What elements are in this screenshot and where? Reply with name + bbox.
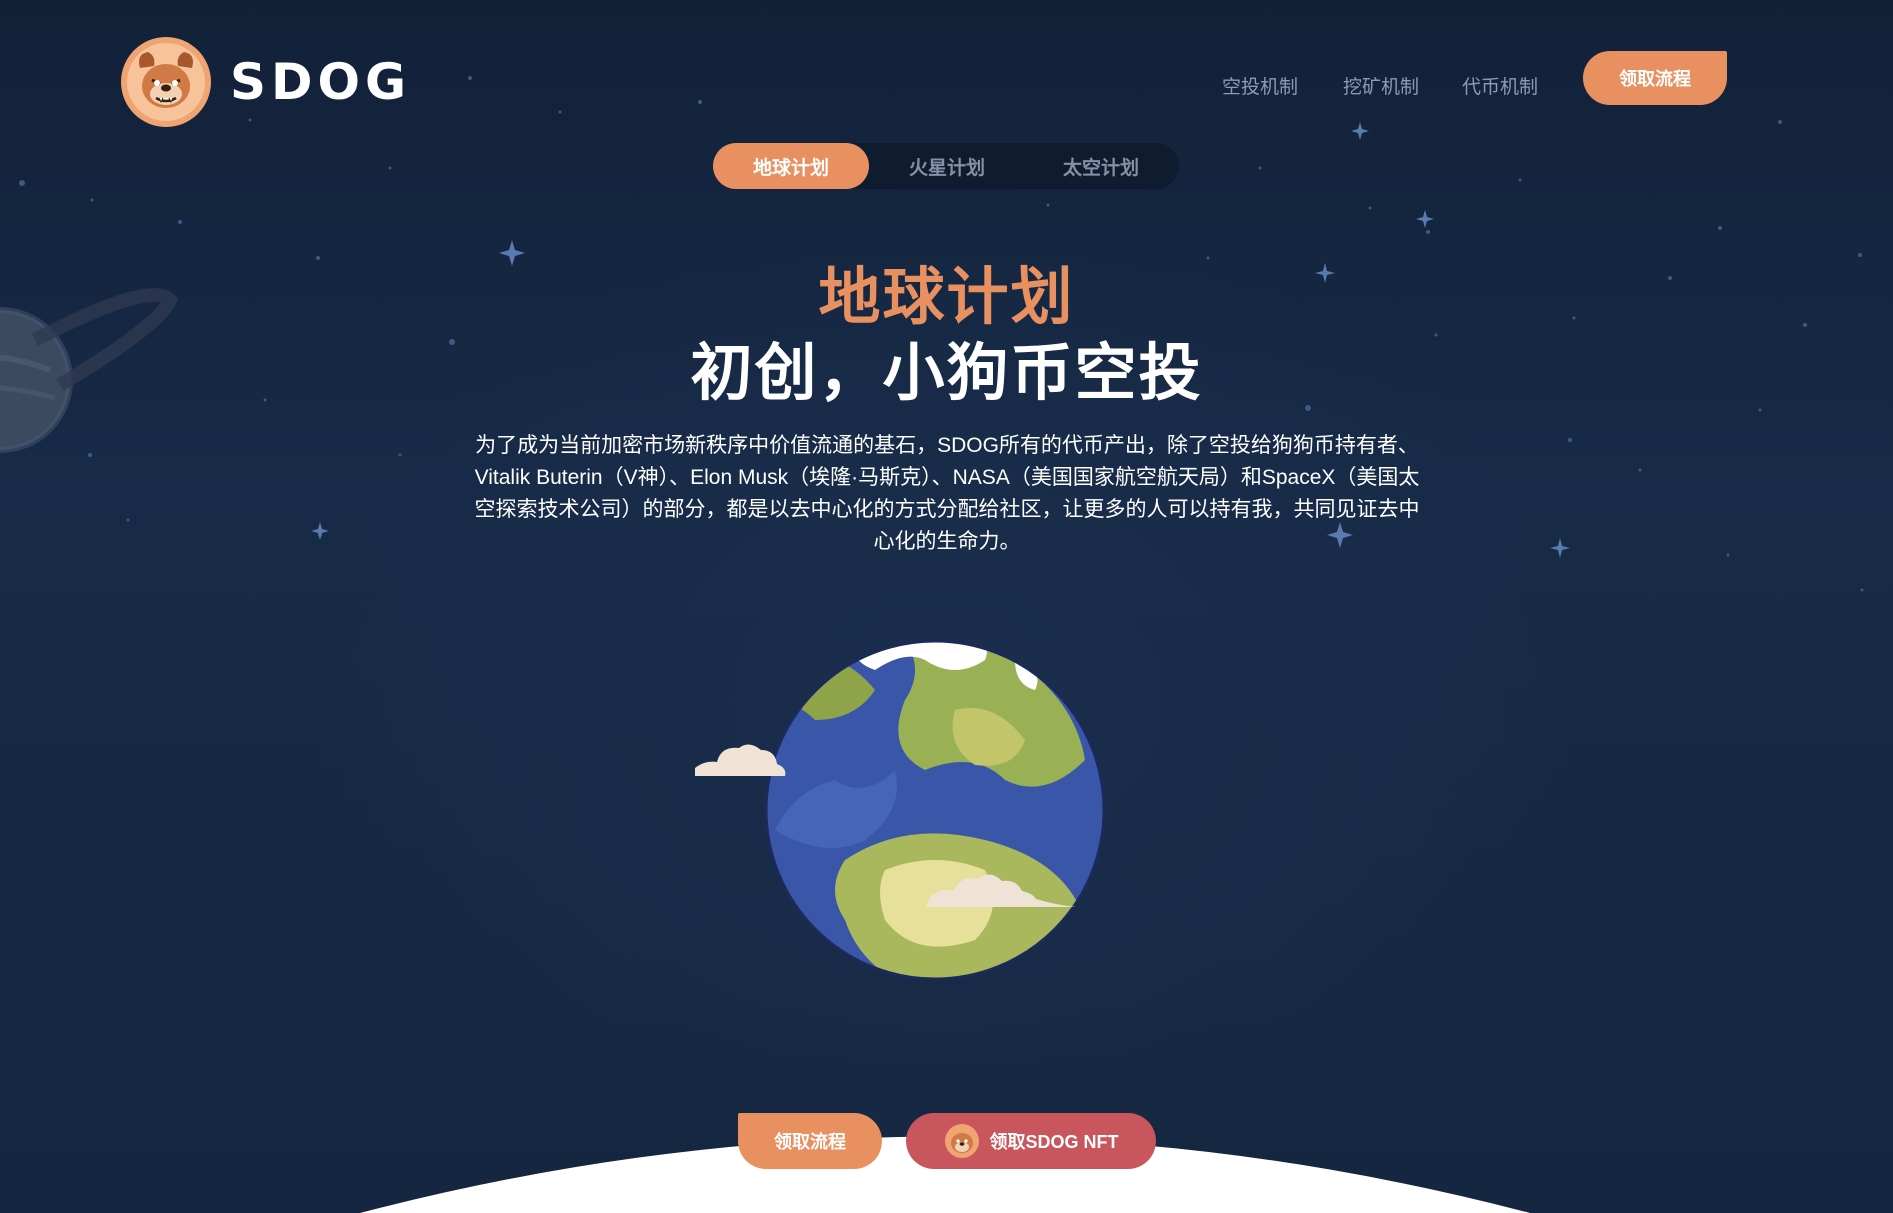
tab-space-plan[interactable]: 太空计划 [1023,143,1179,189]
site-logo[interactable]: SDOG [120,36,411,128]
brand-name: SDOG [230,53,412,111]
section-subtitle: 初创，小狗币空投 [690,339,1203,408]
nav-mining[interactable]: 挖矿机制 [1343,72,1419,99]
nav-token[interactable]: 代币机制 [1462,72,1538,99]
claim-process-button[interactable]: 领取流程 [1583,51,1727,105]
section-description: 为了成为当前加密市场新秩序中价值流通的基石，SDOG所有的代币产出，除了空投给狗… [474,434,1420,553]
claim-nft-button[interactable]: 领取SDOG NFT [906,1113,1156,1169]
tab-earth-plan[interactable]: 地球计划 [713,143,869,189]
claim-process-bottom-button[interactable]: 领取流程 [738,1113,882,1169]
bulldog-mascot-icon [944,1124,979,1158]
earth-globe-icon [695,639,1106,981]
plan-tabs: 地球计划 火星计划 太空计划 [713,143,1179,189]
tab-mars-plan[interactable]: 火星计划 [869,143,1025,189]
bulldog-mascot-icon [121,37,211,127]
claim-nft-label: 领取SDOG NFT [989,1132,1119,1152]
site-header: SDOG 空投机制 挖矿机制 代币机制 领取流程 [0,0,1893,140]
nav-airdrop[interactable]: 空投机制 [1222,72,1298,99]
